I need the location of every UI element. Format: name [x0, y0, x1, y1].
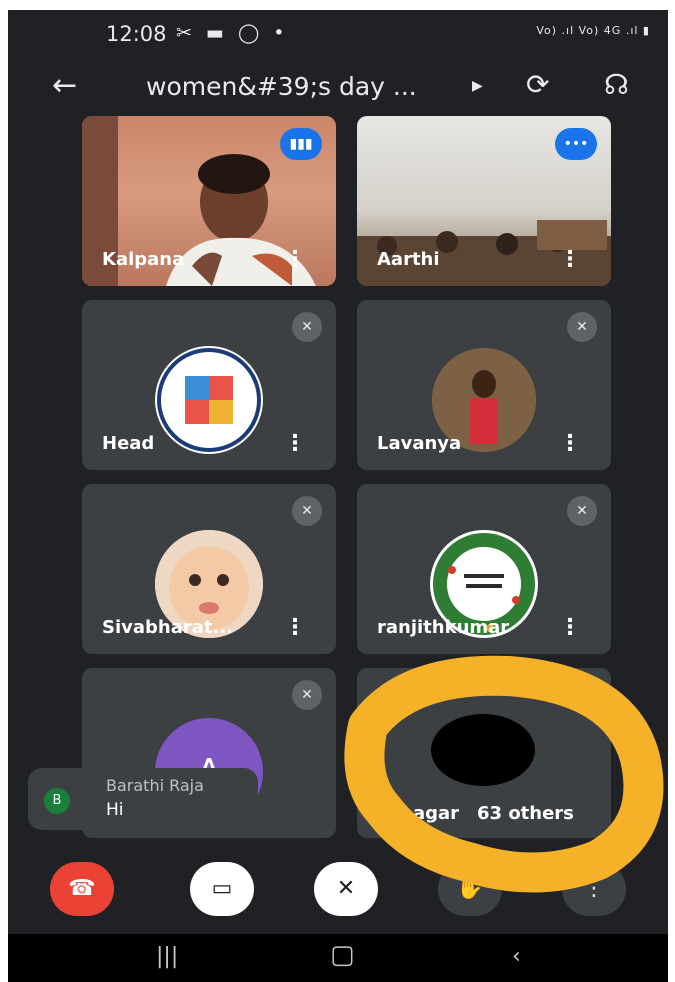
mic-off-button[interactable]: ✕ — [314, 862, 378, 916]
raise-hand-button[interactable]: ✋ — [438, 862, 502, 916]
participant-name: Sivabharat... — [102, 617, 234, 638]
more-options-button[interactable]: ⋮ — [562, 862, 626, 916]
chat-notification[interactable]: B Barathi Raja Hi — [28, 768, 258, 830]
headphones-icon[interactable]: ☊ — [604, 68, 629, 101]
participant-name: Kalpana — [102, 249, 185, 270]
more-options-icon[interactable]: ⋮ — [284, 247, 306, 272]
speaking-indicator-icon: ▮▮▮ — [280, 128, 322, 160]
meeting-header: ← women&#39;s day ... ▶ ⟳ ☊ — [8, 64, 668, 116]
participant-name: ranjithkumar — [377, 617, 510, 638]
mic-off-icon: ✕ — [292, 312, 322, 342]
meet-screen: 12:08 ✂ ▬ ◯ • Vo) .ıl Vo) 4G .ıl ▮ ← wom… — [8, 10, 668, 982]
chat-message: Hi — [106, 800, 124, 820]
participant-tile-lavanya[interactable]: ✕ Lavanya ⋮ — [357, 300, 611, 470]
more-options-icon[interactable]: ⋮ — [559, 615, 581, 640]
institute-seal — [157, 348, 261, 452]
avatar-institute-logo — [155, 346, 263, 454]
participant-tile-kalpana[interactable]: ▮▮▮ Kalpana ⋮ — [82, 116, 336, 286]
android-navigation-bar: ||| ▢ ‹ — [8, 934, 668, 982]
speaking-indicator-icon: ••• — [555, 128, 597, 160]
more-options-icon[interactable]: ⋮ — [559, 247, 581, 272]
participant-tile-sivabharat[interactable]: ✕ Sivabharat... ⋮ — [82, 484, 336, 654]
mic-off-icon: ✕ — [567, 312, 597, 342]
participant-tile-head[interactable]: ✕ Head ⋮ — [82, 300, 336, 470]
home-icon[interactable]: ▢ — [330, 940, 355, 970]
status-icons: ✂ ▬ ◯ • — [176, 22, 289, 44]
sender-name: Barathi Raja — [106, 776, 204, 795]
end-call-button[interactable]: ☎ — [50, 862, 114, 916]
status-bar: 12:08 ✂ ▬ ◯ • Vo) .ıl Vo) 4G .ıl ▮ — [8, 10, 668, 54]
more-options-icon[interactable]: ⋮ — [559, 431, 581, 456]
back-arrow-icon[interactable]: ← — [52, 68, 77, 103]
more-options-icon[interactable]: ⋮ — [284, 615, 306, 640]
signal-battery-icons: Vo) .ıl Vo) 4G .ıl ▮ — [536, 24, 650, 37]
participant-name: Aarthi — [377, 249, 440, 270]
participant-name-fragment: agar — [413, 803, 460, 824]
mic-off-icon: ✕ — [567, 496, 597, 526]
participant-tile-ranjithkumar[interactable]: ✕ ranjithkumar ⋮ — [357, 484, 611, 654]
participant-tile-aarthi[interactable]: ••• Aarthi ⋮ — [357, 116, 611, 286]
participant-name: Lavanya — [377, 433, 462, 454]
status-time: 12:08 — [106, 22, 167, 46]
others-count[interactable]: 63 others — [467, 801, 584, 826]
mic-off-icon: ✕ — [292, 680, 322, 710]
mic-off-icon: ✕ — [292, 496, 322, 526]
participant-name: Head — [102, 433, 155, 454]
back-nav-icon[interactable]: ‹ — [512, 944, 521, 969]
meeting-title[interactable]: women&#39;s day ... — [146, 72, 417, 101]
camera-off-button[interactable]: ▭ — [190, 862, 254, 916]
participant-tile-others[interactable]: agar 63 others — [357, 668, 611, 838]
recents-icon[interactable]: ||| — [156, 944, 178, 969]
switch-camera-icon[interactable]: ⟳ — [526, 68, 549, 101]
sender-avatar: B — [44, 788, 70, 814]
play-arrow-icon[interactable]: ▶ — [472, 78, 483, 94]
more-options-icon[interactable]: ⋮ — [284, 431, 306, 456]
